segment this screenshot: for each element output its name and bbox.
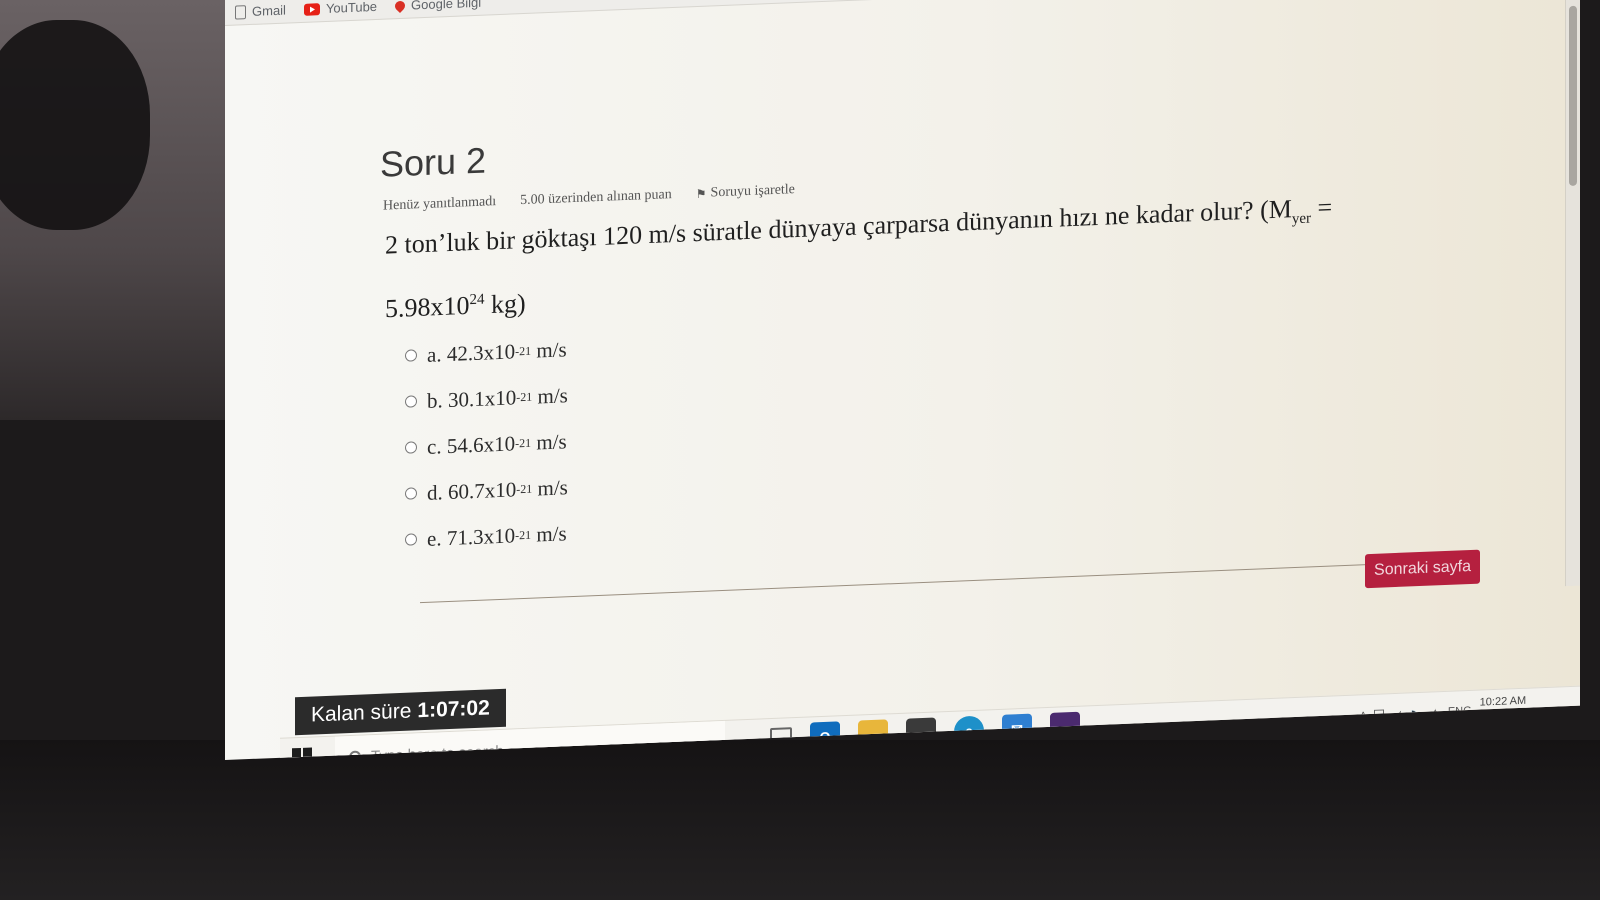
remaining-time-box: Kalan süre 1:07:02 — [295, 688, 506, 736]
answer-value: 60.7x10 — [448, 476, 517, 504]
laptop-bezel — [0, 740, 1600, 900]
page-scrollbar[interactable] — [1565, 0, 1580, 587]
background-object — [0, 20, 150, 230]
answer-prefix: d. — [427, 479, 443, 505]
screen: Gmail YouTube Google Bilgi Soru 2 Henüz … — [225, 0, 1580, 761]
bookmark-label: YouTube — [325, 0, 378, 16]
answer-radio[interactable] — [405, 533, 417, 546]
answer-option-a[interactable]: a. 42.3x10 -21 m/s — [405, 326, 568, 379]
battery-icon[interactable] — [1374, 709, 1385, 720]
flag-label: Soruyu işaretle — [710, 182, 795, 201]
system-tray: ˄ ◿ 🔈 ✦ ENG 10:22 AM 1/13/2021 — [1360, 693, 1529, 732]
answer-radio[interactable] — [405, 395, 417, 408]
bookmark-youtube[interactable]: YouTube — [303, 0, 378, 17]
answer-prefix: b. — [427, 387, 443, 413]
answer-list: a. 42.3x10 -21 m/s b. 30.1x10 -21 m/s c. 5… — [405, 326, 568, 563]
dropbox-icon[interactable]: ✦ — [1431, 706, 1440, 719]
answer-unit: m/s — [537, 382, 568, 408]
location-pin-icon — [392, 0, 408, 13]
answer-unit: m/s — [536, 336, 567, 362]
answer-unit: m/s — [536, 520, 567, 546]
clock-date: 1/13/2021 — [1479, 710, 1529, 725]
answer-value: 71.3x10 — [446, 522, 516, 550]
question-points: 5.00 üzerinden alınan puan — [520, 187, 672, 209]
answer-value: 42.3x10 — [446, 338, 516, 366]
app-extension-icon[interactable] — [1050, 711, 1080, 743]
bookmark-gmail[interactable]: Gmail — [235, 3, 286, 20]
answer-prefix: c. — [427, 433, 442, 459]
network-icon[interactable]: ◿ — [1392, 707, 1400, 720]
question-text-subscript: yer — [1291, 210, 1312, 228]
document-icon — [235, 4, 246, 20]
scrollbar-thumb[interactable] — [1569, 5, 1577, 187]
next-page-button[interactable]: Sonraki sayfa — [1365, 549, 1480, 589]
bookmark-label: Gmail — [252, 2, 286, 19]
answer-option-e[interactable]: e. 71.3x10 -21 m/s — [405, 510, 568, 563]
timer-value: 1:07:02 — [417, 696, 490, 723]
answer-prefix: e. — [427, 525, 442, 551]
answer-prefix: a. — [427, 341, 442, 367]
answer-exponent: -21 — [515, 435, 532, 450]
answer-exponent: -21 — [516, 481, 533, 496]
answer-option-c[interactable]: c. 54.6x10 -21 m/s — [405, 418, 568, 471]
answer-radio[interactable] — [405, 487, 417, 500]
question-text-superscript: 24 — [469, 291, 485, 309]
answer-option-d[interactable]: d. 60.7x10 -21 m/s — [405, 464, 568, 517]
answer-value: 54.6x10 — [446, 430, 516, 458]
answer-unit: m/s — [536, 428, 567, 454]
volume-icon[interactable]: 🔈 — [1409, 706, 1423, 720]
system-clock[interactable]: 10:22 AM 1/13/2021 — [1480, 693, 1529, 727]
answer-radio[interactable] — [405, 349, 417, 362]
section-divider — [420, 559, 1480, 604]
answer-exponent: -21 — [515, 527, 532, 542]
question-title: Soru 2 — [380, 139, 487, 185]
bookmarks-bar: Gmail YouTube Google Bilgi — [225, 0, 1580, 27]
answer-value: 30.1x10 — [448, 384, 517, 412]
chevron-up-icon[interactable]: ˄ — [1360, 709, 1366, 721]
youtube-icon — [303, 2, 320, 16]
answer-option-b[interactable]: b. 30.1x10 -21 m/s — [405, 372, 568, 425]
question-text-part: kg) — [484, 288, 526, 320]
answer-exponent: -21 — [516, 389, 533, 404]
bookmark-google-bilgi[interactable]: Google Bilgi — [392, 0, 482, 13]
answer-exponent: -21 — [515, 343, 532, 358]
timer-label: Kalan süre — [311, 699, 412, 727]
language-indicator[interactable]: ENG — [1448, 705, 1472, 718]
answer-radio[interactable] — [405, 441, 417, 454]
question-status: Henüz yanıtlanmadı — [383, 194, 497, 214]
flag-icon: ⚑ — [695, 186, 707, 201]
answer-unit: m/s — [537, 474, 568, 500]
flag-question-link[interactable]: ⚑ Soruyu işaretle — [696, 182, 795, 202]
bookmark-label: Google Bilgi — [411, 0, 482, 13]
